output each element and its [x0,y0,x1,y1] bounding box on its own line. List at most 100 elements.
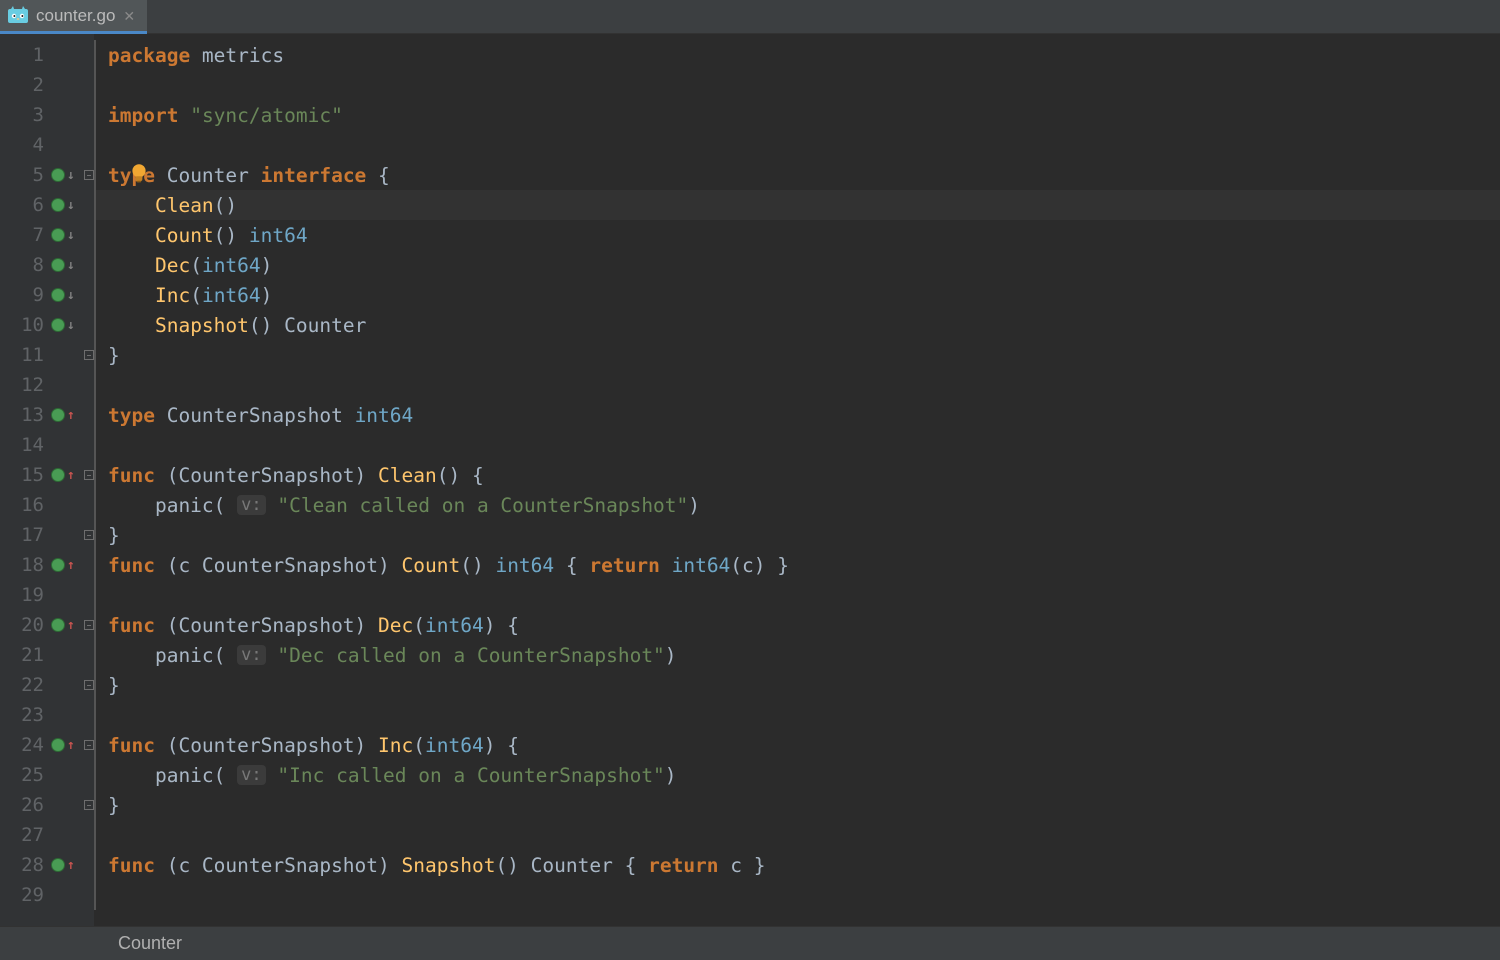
breadcrumb[interactable]: Counter [118,933,182,954]
code-line[interactable]: func (c CounterSnapshot) Snapshot() Coun… [94,850,1500,880]
code-line[interactable]: func (c CounterSnapshot) Count() int64 {… [94,550,1500,580]
code-line[interactable]: func (CounterSnapshot) Dec(int64) { [94,610,1500,640]
code-line[interactable]: import "sync/atomic" [94,100,1500,130]
code-line[interactable]: type Counter interface { [94,160,1500,190]
code-line[interactable] [94,370,1500,400]
token-fn: Dec [155,254,190,277]
close-icon[interactable]: ✕ [123,8,135,25]
code-line[interactable]: } [94,670,1500,700]
gutter-row: 18↑ [0,550,93,580]
line-number[interactable]: 29 [0,884,44,906]
token-builtin: int64 [425,614,484,637]
code-line[interactable]: Clean() [94,190,1500,220]
fold-end-icon[interactable] [84,800,94,810]
fold-start-icon[interactable] [84,470,94,480]
gutter-row: 3 [0,100,93,130]
editor-tab[interactable]: counter.go ✕ [0,0,147,33]
code-line[interactable] [94,820,1500,850]
line-number[interactable]: 21 [0,644,44,666]
line-number[interactable]: 19 [0,584,44,606]
line-number[interactable]: 14 [0,434,44,456]
implements-down-icon[interactable] [51,258,65,272]
line-number[interactable]: 6 [0,194,44,216]
token-kw: interface [261,164,367,187]
code-area[interactable]: package metrics import "sync/atomic" type … [94,34,1500,926]
line-number[interactable]: 3 [0,104,44,126]
fold-start-icon[interactable] [84,740,94,750]
code-line[interactable]: } [94,340,1500,370]
line-number[interactable]: 1 [0,44,44,66]
code-line[interactable]: type CounterSnapshot int64 [94,400,1500,430]
line-number[interactable]: 7 [0,224,44,246]
gutter-marker-area: ↓ [45,168,89,182]
code-line[interactable] [94,880,1500,910]
line-number[interactable]: 12 [0,374,44,396]
code-line[interactable]: } [94,790,1500,820]
gutter-marker-area: ↑ [45,468,89,482]
line-number[interactable]: 13 [0,404,44,426]
line-number[interactable]: 18 [0,554,44,576]
indent-guide [94,880,96,910]
line-number[interactable]: 10 [0,314,44,336]
implements-down-icon[interactable] [51,228,65,242]
implements-up-icon[interactable] [51,858,65,872]
line-number[interactable]: 15 [0,464,44,486]
indent-guide [94,730,96,760]
line-number[interactable]: 26 [0,794,44,816]
code-line[interactable]: Count() int64 [94,220,1500,250]
code-line[interactable]: package metrics [94,40,1500,70]
line-number[interactable]: 9 [0,284,44,306]
line-number[interactable]: 8 [0,254,44,276]
code-line[interactable]: Inc(int64) [94,280,1500,310]
line-number[interactable]: 17 [0,524,44,546]
line-number[interactable]: 5 [0,164,44,186]
code-line[interactable]: panic( v: "Clean called on a CounterSnap… [94,490,1500,520]
token-ident: { [366,164,389,187]
fold-end-icon[interactable] [84,530,94,540]
gutter-row: 9↓ [0,280,93,310]
implements-down-icon[interactable] [51,168,65,182]
code-line[interactable]: Snapshot() Counter [94,310,1500,340]
implements-up-icon[interactable] [51,558,65,572]
line-number[interactable]: 16 [0,494,44,516]
code-line[interactable]: Dec(int64) [94,250,1500,280]
indent-guide [94,310,96,340]
gutter-marker-area: ↑ [45,738,89,752]
implements-down-icon[interactable] [51,318,65,332]
code-line[interactable] [94,700,1500,730]
fold-end-icon[interactable] [84,680,94,690]
code-line[interactable] [94,130,1500,160]
implements-down-icon[interactable] [51,198,65,212]
line-number[interactable]: 4 [0,134,44,156]
implements-up-icon[interactable] [51,468,65,482]
intention-bulb-icon[interactable] [128,162,150,184]
implements-up-icon[interactable] [51,738,65,752]
line-number[interactable]: 2 [0,74,44,96]
code-line[interactable]: func (CounterSnapshot) Inc(int64) { [94,730,1500,760]
line-number[interactable]: 23 [0,704,44,726]
token-ident: ) [261,284,273,307]
line-number[interactable]: 24 [0,734,44,756]
fold-start-icon[interactable] [84,170,94,180]
line-number[interactable]: 25 [0,764,44,786]
line-number[interactable]: 11 [0,344,44,366]
code-line[interactable]: panic( v: "Inc called on a CounterSnapsh… [94,760,1500,790]
code-line[interactable] [94,580,1500,610]
line-number[interactable]: 20 [0,614,44,636]
line-number[interactable]: 22 [0,674,44,696]
arrow-down-icon: ↓ [67,199,75,212]
code-line[interactable]: func (CounterSnapshot) Clean() { [94,460,1500,490]
code-line[interactable]: panic( v: "Dec called on a CounterSnapsh… [94,640,1500,670]
implements-up-icon[interactable] [51,618,65,632]
fold-end-icon[interactable] [84,350,94,360]
token-ident: } [108,344,120,367]
implements-up-icon[interactable] [51,408,65,422]
code-line[interactable]: } [94,520,1500,550]
fold-start-icon[interactable] [84,620,94,630]
gutter-row: 8↓ [0,250,93,280]
code-line[interactable] [94,70,1500,100]
line-number[interactable]: 28 [0,854,44,876]
code-line[interactable] [94,430,1500,460]
implements-down-icon[interactable] [51,288,65,302]
line-number[interactable]: 27 [0,824,44,846]
